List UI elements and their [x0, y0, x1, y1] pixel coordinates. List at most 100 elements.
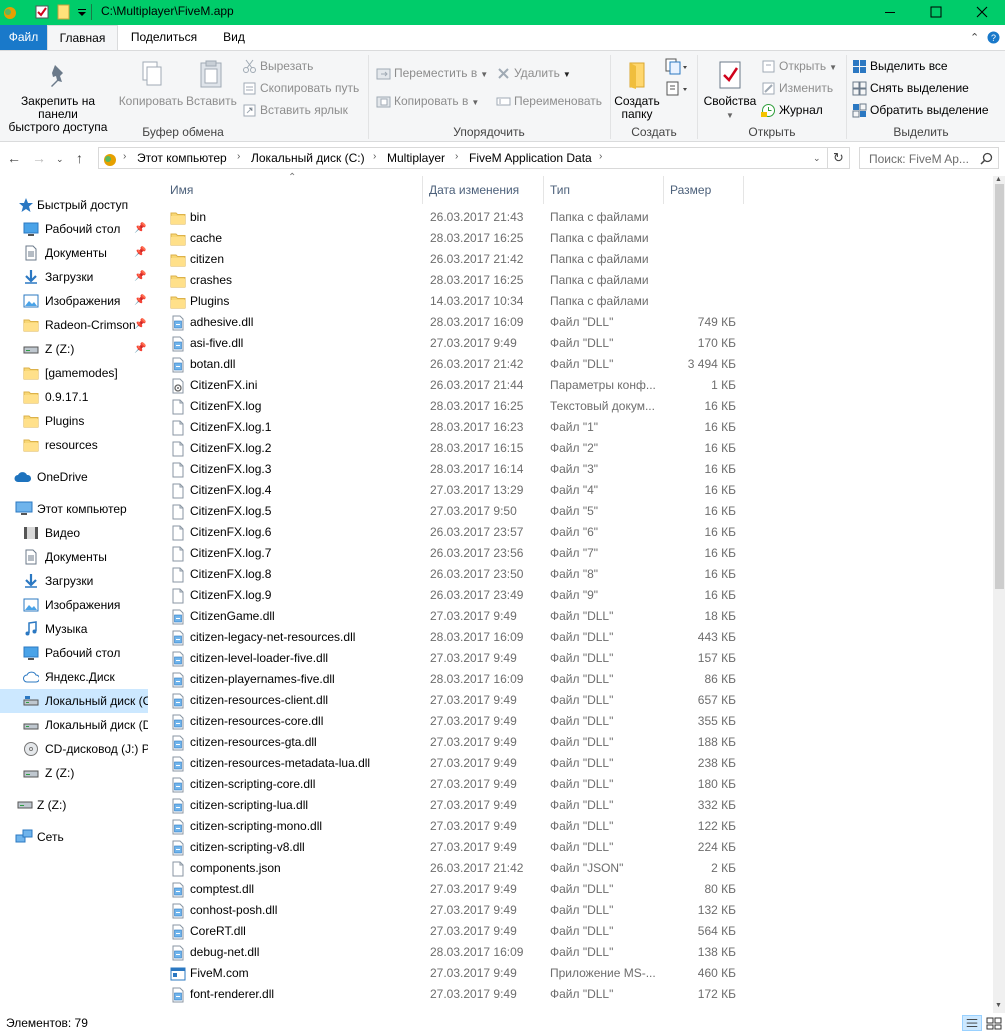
- pin-icon[interactable]: 📌: [134, 217, 146, 241]
- file-row[interactable]: font-renderer.dll 27.03.2017 9:49 Файл "DL…: [160, 984, 990, 1005]
- nav-pc-item[interactable]: Музыка: [0, 617, 148, 641]
- file-row[interactable]: CitizenFX.log.1 28.03.2017 16:23 Файл "1" 1…: [160, 417, 990, 438]
- select-none-button[interactable]: Снять выделение: [852, 78, 969, 98]
- column-divider[interactable]: [422, 176, 423, 204]
- nav-pc-item[interactable]: Локальный диск (C:): [0, 689, 148, 713]
- nav-this-pc[interactable]: Этот компьютер: [0, 497, 148, 521]
- nav-quick-item[interactable]: Документы 📌: [0, 241, 148, 265]
- copy-to-button[interactable]: Копировать в ▼: [376, 91, 479, 111]
- refresh-button[interactable]: ↻: [828, 147, 850, 169]
- breadcrumb-fivem-app-data[interactable]: FiveM Application Data: [469, 151, 592, 165]
- file-row[interactable]: adhesive.dll 28.03.2017 16:09 Файл "DLL" 74…: [160, 312, 990, 333]
- file-row[interactable]: asi-five.dll 27.03.2017 9:49 Файл "DLL" 170…: [160, 333, 990, 354]
- copy-path-button[interactable]: Скопировать путь: [242, 78, 359, 98]
- column-header-size[interactable]: Размер: [670, 183, 711, 197]
- nav-quick-item[interactable]: Z (Z:) 📌: [0, 337, 148, 361]
- nav-pc-item[interactable]: Локальный диск (D:): [0, 713, 148, 737]
- file-row[interactable]: CitizenFX.log.8 26.03.2017 23:50 Файл "8" 1…: [160, 564, 990, 585]
- file-row[interactable]: comptest.dll 27.03.2017 9:49 Файл "DLL" 80 …: [160, 879, 990, 900]
- tab-home[interactable]: Главная: [47, 25, 118, 51]
- file-row[interactable]: components.json 26.03.2017 21:42 Файл "JSO…: [160, 858, 990, 879]
- scrollbar-thumb[interactable]: [995, 184, 1004, 589]
- nav-pc-item[interactable]: Загрузки: [0, 569, 148, 593]
- file-row[interactable]: CoreRT.dll 27.03.2017 9:49 Файл "DLL" 564 К…: [160, 921, 990, 942]
- breadcrumb-chevron-icon[interactable]: ›: [123, 151, 126, 162]
- file-row[interactable]: CitizenFX.log 28.03.2017 16:25 Текстовый д…: [160, 396, 990, 417]
- column-header-name[interactable]: Имя: [170, 183, 193, 197]
- file-row[interactable]: CitizenGame.dll 27.03.2017 9:49 Файл "DLL"…: [160, 606, 990, 627]
- file-row[interactable]: citizen-scripting-v8.dll 27.03.2017 9:49 Ф…: [160, 837, 990, 858]
- help-icon[interactable]: ?: [987, 31, 1000, 44]
- file-row[interactable]: CitizenFX.log.6 26.03.2017 23:57 Файл "6" 1…: [160, 522, 990, 543]
- file-row[interactable]: CitizenFX.log.3 28.03.2017 16:14 Файл "3" 1…: [160, 459, 990, 480]
- column-header-date[interactable]: Дата изменения: [429, 183, 519, 197]
- file-row[interactable]: botan.dll 26.03.2017 21:42 Файл "DLL" 3 494…: [160, 354, 990, 375]
- close-button[interactable]: [959, 0, 1005, 25]
- details-view-icon[interactable]: [962, 1015, 982, 1031]
- file-row[interactable]: citizen-playernames-five.dll 28.03.2017 1…: [160, 669, 990, 690]
- file-row[interactable]: citizen-legacy-net-resources.dll 28.03.20…: [160, 627, 990, 648]
- paste-button[interactable]: Вставить: [186, 59, 237, 108]
- address-bar[interactable]: › Этот компьютер › Локальный диск (C:) ›…: [98, 147, 828, 169]
- scroll-down-arrow-icon[interactable]: ▼: [995, 1002, 1002, 1009]
- cut-button[interactable]: Вырезать: [242, 56, 313, 76]
- properties-button[interactable]: Свойства ▼: [701, 59, 759, 122]
- maximize-button[interactable]: [913, 0, 959, 25]
- pin-icon[interactable]: 📌: [134, 337, 146, 361]
- nav-network[interactable]: Сеть: [0, 825, 148, 849]
- tab-file[interactable]: Файл: [0, 25, 47, 50]
- file-row[interactable]: CitizenFX.log.4 27.03.2017 13:29 Файл "4" 1…: [160, 480, 990, 501]
- edit-button[interactable]: Изменить: [761, 78, 833, 98]
- easy-access-icon[interactable]: [664, 79, 690, 99]
- select-all-button[interactable]: Выделить все: [852, 56, 948, 76]
- breadcrumb-chevron-icon[interactable]: ›: [599, 151, 602, 162]
- nav-quick-item[interactable]: [gamemodes]: [0, 361, 148, 385]
- file-row[interactable]: CitizenFX.log.2 28.03.2017 16:15 Файл "2" 1…: [160, 438, 990, 459]
- pin-quick-access-button[interactable]: Закрепить на панели быстрого доступа: [0, 59, 116, 134]
- file-row[interactable]: citizen-resources-gta.dll 27.03.2017 9:49…: [160, 732, 990, 753]
- nav-pc-item[interactable]: Документы: [0, 545, 148, 569]
- file-row[interactable]: CitizenFX.log.7 26.03.2017 23:56 Файл "7" 1…: [160, 543, 990, 564]
- file-row[interactable]: Plugins 14.03.2017 10:34 Папка с файлами: [160, 291, 990, 312]
- tab-view[interactable]: Вид: [210, 25, 258, 50]
- breadcrumb-chevron-icon[interactable]: ›: [373, 151, 376, 162]
- breadcrumb-multiplayer[interactable]: Multiplayer: [387, 151, 445, 165]
- nav-pc-item[interactable]: Изображения: [0, 593, 148, 617]
- nav-quick-item[interactable]: Рабочий стол 📌: [0, 217, 148, 241]
- nav-quick-item[interactable]: Plugins: [0, 409, 148, 433]
- file-row[interactable]: citizen-scripting-mono.dll 27.03.2017 9:4…: [160, 816, 990, 837]
- nav-pc-item[interactable]: CD-дисковод (J:) PS: [0, 737, 148, 761]
- breadcrumb-this-pc[interactable]: Этот компьютер: [137, 151, 227, 165]
- nav-quick-access[interactable]: Быстрый доступ: [0, 193, 148, 217]
- nav-onedrive[interactable]: OneDrive: [0, 465, 148, 489]
- address-dropdown-icon[interactable]: ⌄: [813, 153, 821, 164]
- breadcrumb-local-disk-c[interactable]: Локальный диск (C:): [251, 151, 365, 165]
- nav-pc-item[interactable]: Z (Z:): [0, 761, 148, 785]
- column-divider[interactable]: [743, 176, 744, 204]
- ribbon-collapse-icon[interactable]: ⌃: [970, 31, 979, 44]
- file-row[interactable]: citizen-scripting-core.dll 27.03.2017 9:4…: [160, 774, 990, 795]
- column-header-type[interactable]: Тип: [550, 183, 570, 197]
- invert-selection-button[interactable]: Обратить выделение: [852, 100, 989, 120]
- customize-quick-access-icon[interactable]: [74, 4, 90, 20]
- column-divider[interactable]: [663, 176, 664, 204]
- new-item-icon[interactable]: [664, 57, 690, 77]
- file-row[interactable]: citizen-resources-client.dll 27.03.2017 9…: [160, 690, 990, 711]
- column-divider[interactable]: [543, 176, 544, 204]
- nav-quick-item[interactable]: Изображения 📌: [0, 289, 148, 313]
- file-row[interactable]: citizen-resources-metadata-lua.dll 27.03.…: [160, 753, 990, 774]
- tab-share[interactable]: Поделиться: [118, 25, 210, 50]
- nav-quick-item[interactable]: resources: [0, 433, 148, 457]
- file-row[interactable]: citizen 26.03.2017 21:42 Папка с файлами: [160, 249, 990, 270]
- back-arrow-icon[interactable]: ←: [7, 150, 21, 166]
- minimize-button[interactable]: [867, 0, 913, 25]
- file-row[interactable]: citizen-level-loader-five.dll 27.03.2017 …: [160, 648, 990, 669]
- vertical-scrollbar[interactable]: ▲ ▼: [993, 176, 1005, 1013]
- nav-quick-item[interactable]: Radeon-Crimson 📌: [0, 313, 148, 337]
- nav-pc-item[interactable]: Видео: [0, 521, 148, 545]
- nav-pc-item[interactable]: Яндекс.Диск: [0, 665, 148, 689]
- pin-icon[interactable]: 📌: [134, 265, 146, 289]
- file-row[interactable]: citizen-resources-core.dll 27.03.2017 9:4…: [160, 711, 990, 732]
- new-folder-quick-icon[interactable]: [56, 4, 72, 20]
- breadcrumb-chevron-icon[interactable]: ›: [455, 151, 458, 162]
